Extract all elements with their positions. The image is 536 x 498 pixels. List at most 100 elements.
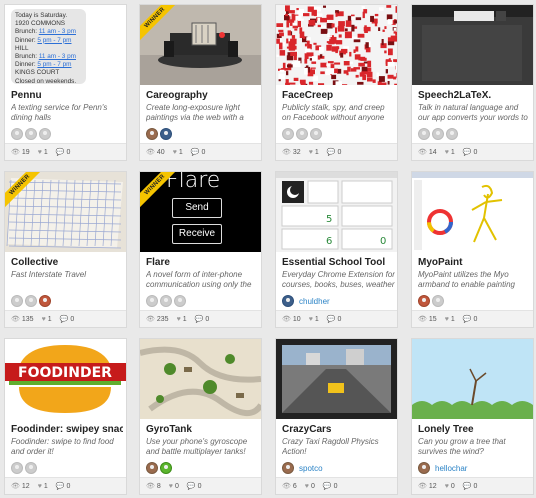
project-title[interactable]: Lonely Tree bbox=[418, 424, 530, 435]
project-title[interactable]: Collective bbox=[11, 257, 123, 268]
project-title[interactable]: CrazyCars bbox=[282, 424, 394, 435]
sms-brunch-time[interactable]: 11 am - 3 pm bbox=[39, 53, 76, 60]
member-avatar[interactable] bbox=[160, 295, 172, 307]
comment-icon: 💬 bbox=[59, 316, 69, 323]
project-grid: Today is Saturday. 1920 COMMONS Brunch: 11… bbox=[0, 0, 536, 498]
sms-brunch-time[interactable]: 11 am - 3 pm bbox=[39, 28, 76, 35]
project-description: Create long-exposure light paintings via… bbox=[146, 103, 244, 122]
project-title[interactable]: Careography bbox=[146, 90, 258, 101]
project-card-flare[interactable]: Flare Send Receive WINNER Flare A novel form … bbox=[139, 171, 262, 328]
stat-likes: ♥ 0 bbox=[305, 483, 315, 490]
member-avatar[interactable] bbox=[282, 128, 294, 140]
sms-hall-hill: HILL bbox=[15, 44, 29, 52]
project-title[interactable]: FaceCreep bbox=[282, 90, 394, 101]
stat-value-views: 12 bbox=[21, 482, 30, 490]
project-card-pennu[interactable]: Today is Saturday. 1920 COMMONS Brunch: 11… bbox=[4, 4, 127, 161]
project-card-crazycars[interactable]: CrazyCars Crazy Taxi Ragdoll Physics Acti… bbox=[275, 338, 398, 495]
member-avatar[interactable] bbox=[418, 462, 430, 474]
stat-comments: 💬 0 bbox=[463, 482, 478, 491]
project-card-collective[interactable]: WINNER Collective Fast Interstate Travel 👁 1… bbox=[4, 171, 127, 328]
project-card-gyrotank[interactable]: GyroTank Use your phone's gyroscope and b… bbox=[139, 338, 262, 495]
project-title[interactable]: MyoPaint bbox=[418, 257, 530, 268]
project-thumbnail[interactable] bbox=[140, 339, 261, 419]
member-avatar[interactable] bbox=[39, 295, 51, 307]
project-title[interactable]: Essential School Tool bbox=[282, 257, 394, 268]
member-avatar[interactable] bbox=[282, 462, 294, 474]
receive-button[interactable]: Receive bbox=[172, 224, 222, 244]
stat-likes: ♥ 0 bbox=[445, 483, 455, 490]
stat-views: 👁 135 bbox=[11, 315, 34, 324]
project-thumbnail[interactable] bbox=[412, 339, 533, 419]
project-thumbnail[interactable]: FOODINDER bbox=[5, 339, 126, 419]
member-avatar[interactable] bbox=[160, 462, 172, 474]
member-avatar[interactable] bbox=[39, 128, 51, 140]
project-thumbnail[interactable] bbox=[276, 339, 397, 419]
member-avatar[interactable] bbox=[146, 295, 158, 307]
eye-icon: 👁 bbox=[11, 316, 20, 323]
stat-value-views: 19 bbox=[21, 148, 30, 156]
stat-value-views: 40 bbox=[156, 148, 165, 156]
member-avatar[interactable] bbox=[25, 462, 37, 474]
pennu-sms-bubble: Today is Saturday. 1920 COMMONS Brunch: 11… bbox=[11, 9, 86, 85]
eye-icon: 👁 bbox=[146, 483, 155, 490]
stat-value-views: 135 bbox=[21, 315, 34, 323]
member-avatar[interactable] bbox=[296, 128, 308, 140]
project-thumbnail[interactable]: WINNER bbox=[140, 5, 261, 85]
member-avatar[interactable] bbox=[174, 295, 186, 307]
project-card-foodinder[interactable]: FOODINDER Foodinder: swipey snacks! Foodin… bbox=[4, 338, 127, 495]
member-avatar[interactable] bbox=[310, 128, 322, 140]
project-title[interactable]: Speech2LaTeX. bbox=[418, 90, 530, 101]
member-avatar[interactable] bbox=[25, 295, 37, 307]
stat-value-comments: 0 bbox=[70, 315, 75, 323]
member-username[interactable]: chuldher bbox=[299, 297, 330, 306]
project-thumbnail[interactable]: Flare Send Receive WINNER bbox=[140, 172, 261, 252]
member-avatar[interactable] bbox=[146, 462, 158, 474]
sms-dinner-label: Dinner: bbox=[15, 36, 38, 44]
member-username[interactable]: hellochar bbox=[435, 464, 467, 473]
member-avatar[interactable] bbox=[11, 128, 23, 140]
project-thumbnail[interactable] bbox=[412, 5, 533, 85]
member-username[interactable]: spotco bbox=[299, 464, 323, 473]
project-thumbnail[interactable]: WINNER bbox=[5, 172, 126, 252]
sms-dinner-time[interactable]: 5 pm - 7 pm bbox=[37, 61, 71, 68]
flare-heading: Flare bbox=[166, 172, 221, 193]
project-title[interactable]: GyroTank bbox=[146, 424, 258, 435]
member-avatar[interactable] bbox=[146, 128, 158, 140]
comment-icon: 💬 bbox=[55, 483, 65, 490]
project-card-myopaint[interactable]: MyoPaint MyoPaint utilizes the Myo armban… bbox=[411, 171, 534, 328]
member-avatar[interactable] bbox=[11, 295, 23, 307]
project-card-careography[interactable]: WINNER Careography Create long-exposure li… bbox=[139, 4, 262, 161]
member-avatar[interactable] bbox=[432, 128, 444, 140]
like-icon: ♥ bbox=[304, 482, 309, 490]
member-avatar[interactable] bbox=[432, 295, 444, 307]
send-button[interactable]: Send bbox=[172, 198, 222, 218]
member-avatar[interactable] bbox=[160, 128, 172, 140]
sms-dinner-time[interactable]: 5 pm - 7 pm bbox=[37, 37, 71, 44]
member-avatar[interactable] bbox=[418, 295, 430, 307]
project-thumbnail[interactable] bbox=[276, 5, 397, 85]
project-title[interactable]: Flare bbox=[146, 257, 258, 268]
member-avatar[interactable] bbox=[418, 128, 430, 140]
project-thumbnail[interactable]: Today is Saturday. 1920 COMMONS Brunch: 11… bbox=[5, 5, 126, 85]
project-stats-bar: 👁 14 ♥ 1 💬 0 bbox=[412, 143, 533, 160]
member-avatar[interactable] bbox=[25, 128, 37, 140]
project-card-speech2latex[interactable]: Speech2LaTeX. Talk in natural language an… bbox=[411, 4, 534, 161]
comment-icon: 💬 bbox=[194, 316, 204, 323]
project-thumbnail[interactable] bbox=[412, 172, 533, 252]
stat-views: 👁 14 bbox=[418, 148, 437, 157]
project-card-facecreep[interactable]: FaceCreep Publicly stalk, spy, and creep … bbox=[275, 4, 398, 161]
like-icon: ♥ bbox=[41, 315, 46, 323]
team-avatars bbox=[418, 128, 458, 140]
project-description: Fast Interstate Travel bbox=[11, 270, 86, 279]
racing-game-screenshot bbox=[276, 339, 397, 419]
member-avatar[interactable] bbox=[446, 128, 458, 140]
member-avatar[interactable] bbox=[282, 295, 294, 307]
member-avatar[interactable] bbox=[11, 462, 23, 474]
project-title[interactable]: Pennu bbox=[11, 90, 123, 101]
project-thumbnail[interactable]: 5 6 0 bbox=[276, 172, 397, 252]
project-card-lonelytree[interactable]: Lonely Tree Can you grow a tree that surv… bbox=[411, 338, 534, 495]
project-card-essential[interactable]: 5 6 0 Essential School Tool Everyday Chrom… bbox=[275, 171, 398, 328]
stat-value-views: 12 bbox=[428, 482, 437, 490]
project-description: Foodinder: swipe to find food and order … bbox=[11, 437, 114, 456]
project-title[interactable]: Foodinder: swipey snacks! bbox=[11, 424, 123, 435]
